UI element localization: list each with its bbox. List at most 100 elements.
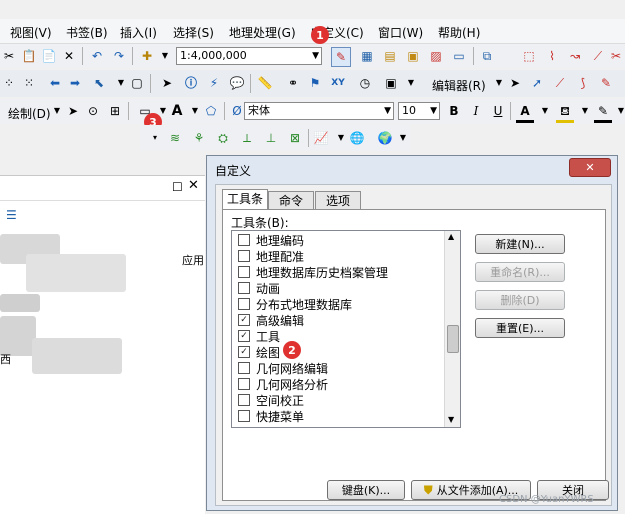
checkbox[interactable] xyxy=(238,394,250,406)
restore-window-icon[interactable]: ☐ xyxy=(172,180,183,194)
hyperlink-icon[interactable]: ⚡ xyxy=(205,74,223,92)
scrollbar-thumb[interactable] xyxy=(447,325,459,353)
menu-insert[interactable]: 插入(I) xyxy=(120,24,157,41)
menu-help[interactable]: 帮助(H) xyxy=(438,24,480,41)
reshape-icon[interactable]: ↝ xyxy=(566,47,584,65)
checkbox[interactable] xyxy=(238,266,250,278)
checkbox[interactable] xyxy=(238,250,250,262)
draw-menu[interactable]: 绘制(D) xyxy=(8,105,51,122)
chevron-down-icon[interactable]: ▼ xyxy=(536,102,554,120)
list-item[interactable]: 空间校正 xyxy=(238,392,304,408)
checkbox[interactable] xyxy=(238,298,250,310)
forward-arrow-icon[interactable]: ➡ xyxy=(66,74,84,92)
list-item[interactable]: 地理数据库历史档案管理 xyxy=(238,264,388,280)
chevron-down-icon[interactable]: ▼ xyxy=(402,74,420,92)
close-panel-icon[interactable]: ✕ xyxy=(188,178,199,193)
copy-icon[interactable]: 📋 xyxy=(20,47,38,65)
menu-geoprocessing[interactable]: 地理处理(G) xyxy=(229,24,296,41)
cut-polygon-icon[interactable]: ⟋ xyxy=(589,47,607,65)
select-features-icon[interactable]: ⬚ xyxy=(520,47,538,65)
redo-icon[interactable]: ↷ xyxy=(110,47,128,65)
font-color-icon[interactable]: A xyxy=(516,102,534,123)
scroll-up-icon[interactable]: ▲ xyxy=(448,232,454,241)
fixed-zoom-in-icon[interactable]: ⁘ xyxy=(0,74,18,92)
editor-toolbar-icon[interactable]: ✎ xyxy=(331,47,351,67)
map-scale-combo[interactable]: 1:4,000,000 ▼ xyxy=(176,47,322,65)
clear-selection-icon[interactable]: ▢ xyxy=(128,74,146,92)
select-elements-icon[interactable]: ➤ xyxy=(64,102,82,120)
edit-vertices-icon[interactable]: ⬠ xyxy=(202,102,220,120)
chevron-down-icon[interactable]: ▼ xyxy=(156,47,174,65)
checkbox[interactable] xyxy=(238,234,250,246)
close-icon[interactable]: ✕ xyxy=(569,158,611,177)
search-window-icon[interactable]: ▣ xyxy=(404,47,422,65)
globe-search-icon[interactable]: 🌍 xyxy=(376,129,394,147)
underline-button[interactable]: U xyxy=(489,102,507,120)
line-color-icon[interactable]: ✎ xyxy=(594,102,612,123)
menu-selection[interactable]: 选择(S) xyxy=(173,24,214,41)
text-tool-icon[interactable]: A xyxy=(168,102,186,120)
list-item[interactable]: 分布式地理数据库 xyxy=(238,296,352,312)
checkbox[interactable] xyxy=(238,410,250,422)
extend-icon[interactable]: ⟂ xyxy=(238,129,256,147)
toolbars-list[interactable]: 地理编码 地理配准 地理数据库历史档案管理 动画 分布式地理数据库 ✓ 高级编辑 … xyxy=(231,230,461,428)
rename-toolbar-button[interactable]: 重命名(R)... xyxy=(475,262,565,282)
fill-color-icon[interactable]: ⛾ xyxy=(556,102,574,123)
fixed-zoom-out-icon[interactable]: ⁙ xyxy=(20,74,38,92)
generalize-icon[interactable]: ≋ xyxy=(166,129,184,147)
time-slider-icon[interactable]: ◷ xyxy=(356,74,374,92)
scroll-down-icon[interactable]: ▼ xyxy=(448,415,454,424)
reset-toolbar-button[interactable]: 重置(E)... xyxy=(475,318,565,338)
table-of-contents-icon[interactable]: ▦ xyxy=(358,47,376,65)
measure-icon[interactable]: 📏 xyxy=(256,74,274,92)
straight-segment-icon[interactable]: ⟋ xyxy=(551,74,569,92)
globe-icon[interactable]: 🌐 xyxy=(348,129,366,147)
list-item[interactable]: 几何网络编辑 xyxy=(238,360,328,376)
editor-menu[interactable]: 编辑器(R) xyxy=(432,77,486,94)
list-item[interactable]: 动画 xyxy=(238,280,280,296)
checkbox[interactable] xyxy=(238,282,250,294)
menu-bookmarks[interactable]: 书签(B) xyxy=(66,24,108,41)
checkbox[interactable]: ✓ xyxy=(238,314,250,326)
list-item[interactable]: ✓ 工具 xyxy=(238,328,280,344)
line-intersection-icon[interactable]: ⊠ xyxy=(286,129,304,147)
list-scrollbar[interactable]: ▲ ▼ xyxy=(444,231,460,427)
edit-vertices-icon[interactable]: ⌇ xyxy=(543,47,561,65)
list-item[interactable]: 快捷菜单 xyxy=(238,408,304,424)
end-point-arc-icon[interactable]: ⟆ xyxy=(574,74,592,92)
catalog-icon[interactable]: ▤ xyxy=(381,47,399,65)
identify-icon[interactable]: ⓘ xyxy=(182,74,200,92)
list-item[interactable]: 几何网络分析 xyxy=(238,376,328,392)
menu-view[interactable]: 视图(V) xyxy=(10,24,52,41)
edit-annotation-icon[interactable]: ➚ xyxy=(528,74,546,92)
create-viewer-icon[interactable]: ▣ xyxy=(382,74,400,92)
add-data-icon[interactable]: ✚ xyxy=(138,47,156,65)
back-arrow-icon[interactable]: ⬅ xyxy=(46,74,64,92)
delete-toolbar-button[interactable]: 删除(D) xyxy=(475,290,565,310)
python-window-icon[interactable]: ▭ xyxy=(450,47,468,65)
delete-icon[interactable]: ✕ xyxy=(60,47,78,65)
font-name-combo[interactable]: 宋体 ▼ xyxy=(244,102,394,120)
fillet-icon[interactable]: ⛭ xyxy=(214,129,232,147)
checkbox[interactable]: ✓ xyxy=(238,330,250,342)
chevron-down-icon[interactable]: ▼ xyxy=(576,102,594,120)
paste-icon[interactable]: 📄 xyxy=(40,47,58,65)
smooth-icon[interactable]: ⚘ xyxy=(190,129,208,147)
tab-commands[interactable]: 命令 xyxy=(268,191,314,210)
font-size-combo[interactable]: 10 ▼ xyxy=(398,102,440,120)
list-item[interactable]: ✓ 高级编辑 xyxy=(238,312,304,328)
menu-window[interactable]: 窗口(W) xyxy=(378,24,423,41)
checkbox[interactable] xyxy=(238,362,250,374)
chevron-down-icon[interactable]: ▾ xyxy=(146,129,164,147)
trace-icon[interactable]: ✎ xyxy=(597,74,615,92)
italic-button[interactable]: I xyxy=(467,102,485,120)
undo-icon[interactable]: ↶ xyxy=(88,47,106,65)
chevron-down-icon[interactable]: ▼ xyxy=(612,102,625,120)
new-toolbar-button[interactable]: 新建(N)... xyxy=(475,234,565,254)
list-item[interactable]: 地理配准 xyxy=(238,248,304,264)
select-elements-icon[interactable]: ⬉ xyxy=(90,74,108,92)
go-to-xy-icon[interactable]: XY xyxy=(329,74,347,92)
model-builder-icon[interactable]: ⧉ xyxy=(478,47,496,65)
tab-toolbars[interactable]: 工具条 xyxy=(222,189,268,210)
edit-tool-icon[interactable]: ➤ xyxy=(506,74,524,92)
